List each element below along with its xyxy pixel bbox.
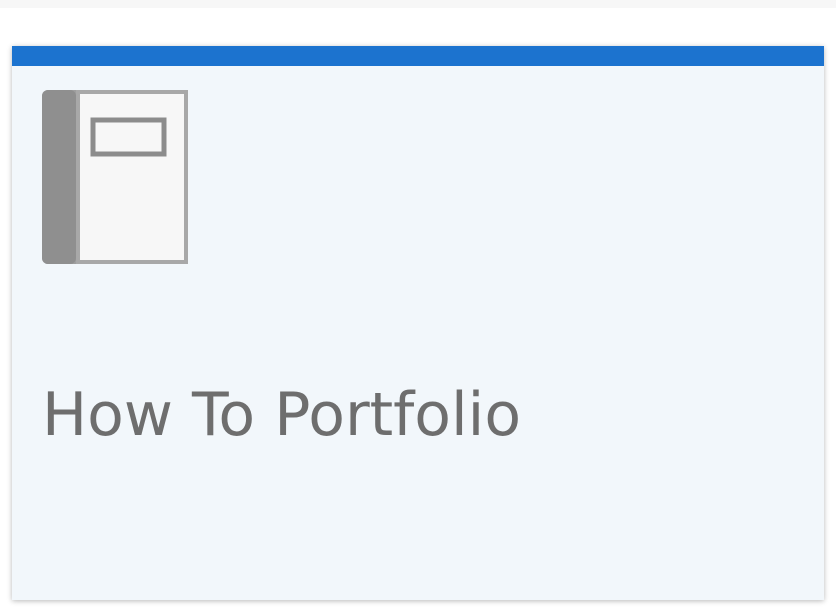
card-title: How To Portfolio bbox=[42, 380, 522, 450]
notebook-icon bbox=[42, 90, 188, 264]
card-accent-bar bbox=[12, 46, 824, 66]
top-strip bbox=[0, 0, 836, 8]
portfolio-card[interactable]: How To Portfolio bbox=[12, 46, 824, 600]
